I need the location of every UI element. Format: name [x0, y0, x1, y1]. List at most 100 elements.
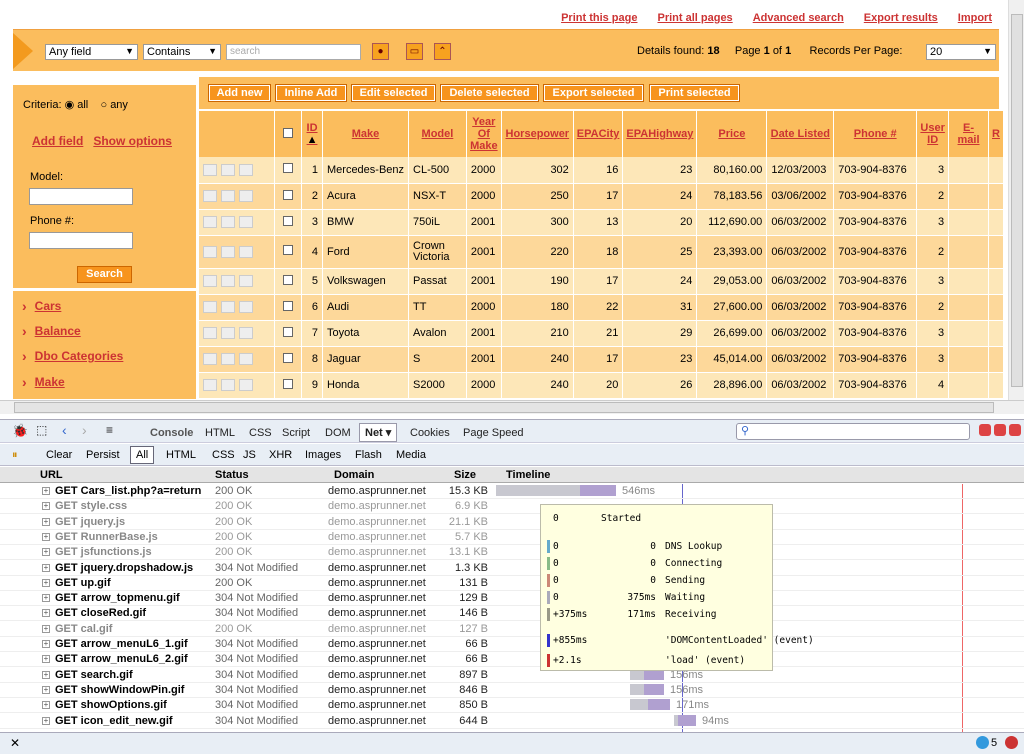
view-icon[interactable] [239, 275, 253, 287]
menu-icon[interactable]: ≡ [106, 423, 113, 437]
view-icon[interactable] [239, 245, 253, 258]
net-request-row[interactable]: + GET arrow_menuL6_1.gif 304 Not Modifie… [0, 637, 1024, 652]
col-epahighway[interactable]: EPAHighway [622, 111, 698, 157]
expand-icon[interactable]: + [42, 578, 50, 587]
net-col-domain[interactable]: Domain [334, 469, 374, 481]
expand-icon[interactable]: + [42, 548, 50, 557]
net-request-row[interactable]: + GET search.gif 304 Not Modified demo.a… [0, 668, 1024, 683]
close-icon[interactable]: ✕ [10, 736, 20, 750]
print-page-link[interactable]: Print this page [561, 12, 637, 24]
clear-button[interactable]: Clear [46, 449, 72, 461]
tab-page-speed[interactable]: Page Speed [463, 427, 524, 439]
net-request-row[interactable]: + GET icon_edit_new.gif 304 Not Modified… [0, 714, 1024, 729]
detach-icon[interactable] [994, 424, 1006, 436]
export-results-link[interactable]: Export results [864, 12, 938, 24]
nav-item-balance[interactable]: › Balance [22, 323, 81, 339]
view-icon[interactable] [239, 190, 253, 202]
edit-icon[interactable] [203, 275, 217, 287]
page-vertical-scrollbar[interactable] [1008, 0, 1024, 400]
edit-icon[interactable] [203, 353, 217, 365]
net-request-row[interactable]: + GET cal.gif 200 OK demo.asprunner.net … [0, 622, 1024, 637]
filter-css[interactable]: CSS [212, 449, 235, 461]
col-horsepower[interactable]: Horsepower [501, 111, 574, 157]
col-year[interactable]: Year Of Make [466, 111, 502, 157]
tab-console[interactable]: Console [150, 427, 193, 439]
view-icon[interactable] [239, 353, 253, 365]
search-input[interactable]: search [226, 44, 361, 60]
expand-icon[interactable]: + [42, 563, 50, 572]
edit-icon[interactable] [203, 327, 217, 339]
net-request-row[interactable]: + GET style.css 200 OK demo.asprunner.ne… [0, 499, 1024, 515]
firebug-search-input[interactable]: ⚲ [736, 423, 970, 440]
edit-selected-button[interactable]: Edit selected [351, 84, 436, 102]
net-request-row[interactable]: + GET arrow_topmenu.gif 304 Not Modified… [0, 591, 1024, 607]
operator-select[interactable]: Contains ▼ [143, 44, 221, 60]
filter-xhr[interactable]: XHR [269, 449, 292, 461]
nav-item-cars[interactable]: › Cars [22, 298, 61, 314]
firebug-icon[interactable]: 🐞 [12, 423, 28, 439]
net-request-row[interactable]: + GET jsfunctions.js 200 OK demo.asprunn… [0, 545, 1024, 561]
filter-images[interactable]: Images [305, 449, 341, 461]
net-col-url[interactable]: URL [40, 469, 63, 481]
view-icon[interactable] [239, 216, 253, 228]
expand-icon[interactable]: + [42, 487, 50, 495]
error-icon[interactable] [1005, 736, 1018, 749]
phone-input[interactable] [29, 232, 133, 249]
net-col-timeline[interactable]: Timeline [506, 469, 550, 481]
col-date-listed[interactable]: Date Listed [766, 111, 835, 157]
expand-icon[interactable]: + [42, 655, 50, 664]
expand-icon[interactable]: + [42, 701, 50, 710]
pause-icon[interactable]: ⏸ [12, 449, 18, 462]
col-id[interactable]: ID ▲ [301, 111, 323, 157]
filter-js[interactable]: JS [243, 449, 256, 461]
print-selected-button[interactable]: Print selected [649, 84, 740, 102]
tab-html[interactable]: HTML [205, 427, 235, 439]
filter-all[interactable]: All [130, 446, 155, 464]
add-field-link[interactable]: Add field [32, 134, 83, 148]
net-col-status[interactable]: Status [215, 469, 249, 481]
inline-add-button[interactable]: Inline Add [275, 84, 347, 102]
view-icon[interactable] [239, 327, 253, 339]
net-request-row[interactable]: + GET jquery.dropshadow.js 304 Not Modif… [0, 561, 1024, 576]
page-horizontal-scrollbar[interactable] [0, 400, 1024, 414]
col-r[interactable]: R [988, 111, 1004, 157]
row-checkbox[interactable] [274, 346, 303, 373]
net-col-size[interactable]: Size [454, 469, 476, 481]
show-options-link[interactable]: Show options [93, 134, 172, 148]
tab-css[interactable]: CSS [249, 427, 272, 439]
search-button[interactable]: Search [77, 266, 132, 283]
show-window-pin-icon[interactable]: ▭ [406, 43, 423, 60]
expand-icon[interactable]: + [42, 532, 50, 541]
expand-icon[interactable]: + [42, 640, 50, 648]
expand-icon[interactable]: + [42, 670, 50, 679]
tab-dom[interactable]: DOM [325, 427, 351, 439]
net-request-row[interactable]: + GET jquery.js 200 OK demo.asprunner.ne… [0, 515, 1024, 530]
net-request-row[interactable]: + GET RunnerBase.js 200 OK demo.asprunne… [0, 530, 1024, 545]
col-user-id[interactable]: User ID [916, 111, 950, 157]
expand-icon[interactable]: + [42, 685, 50, 694]
view-icon[interactable] [239, 379, 253, 391]
row-checkbox[interactable] [274, 372, 303, 399]
tab-net[interactable]: Net ▾ [359, 423, 398, 442]
minimize-icon[interactable] [979, 424, 991, 436]
filter-html[interactable]: HTML [166, 449, 196, 461]
inline-edit-icon[interactable] [221, 216, 235, 228]
inline-edit-icon[interactable] [221, 190, 235, 202]
edit-icon[interactable] [203, 245, 217, 258]
col-epacity[interactable]: EPACity [573, 111, 624, 157]
row-checkbox[interactable] [274, 320, 303, 347]
expand-icon[interactable]: + [42, 716, 50, 725]
firebug-status-icon[interactable] [976, 736, 989, 749]
nav-item-make[interactable]: › Make [22, 374, 65, 390]
net-request-row[interactable]: + GET closeRed.gif 304 Not Modified demo… [0, 606, 1024, 622]
edit-icon[interactable] [203, 216, 217, 228]
expand-icon[interactable]: + [42, 624, 50, 633]
row-checkbox[interactable] [274, 268, 303, 295]
row-checkbox[interactable] [274, 209, 303, 236]
records-per-page-select[interactable]: 20 ▼ [926, 44, 996, 60]
row-checkbox[interactable] [274, 157, 303, 184]
model-input[interactable] [29, 188, 133, 205]
col-phone[interactable]: Phone # [833, 111, 918, 157]
tab-cookies[interactable]: Cookies [410, 427, 450, 439]
edit-icon[interactable] [203, 163, 217, 176]
